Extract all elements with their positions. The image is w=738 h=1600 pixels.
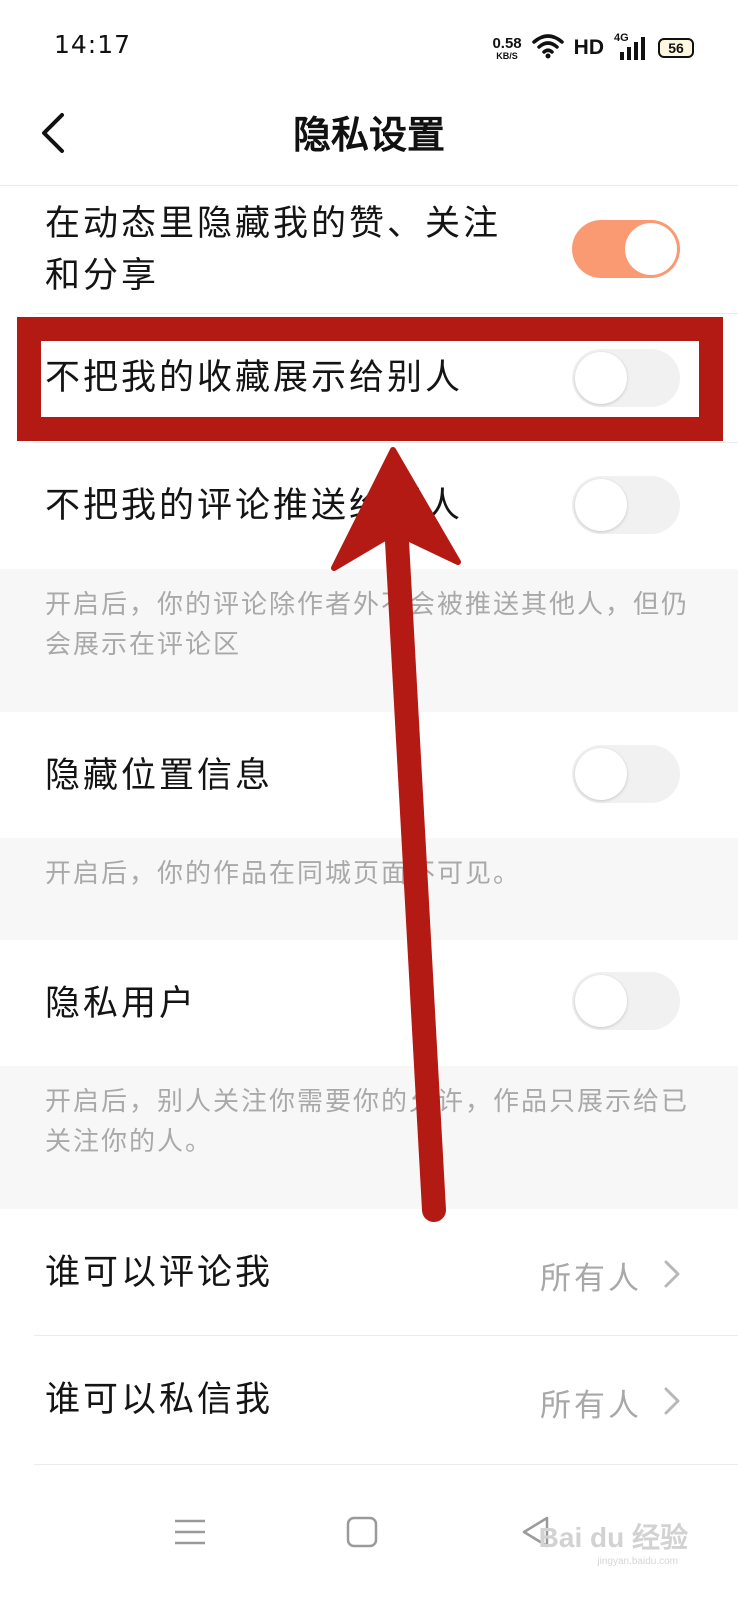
toggle-knob (575, 975, 627, 1027)
setting-row-no-push-comments: 不把我的评论推送给别人 (0, 443, 738, 569)
setting-label-no-push-comments: 不把我的评论推送给别人 (45, 486, 464, 526)
toggle-knob (625, 223, 677, 275)
toggle-no-push-comments[interactable] (572, 476, 680, 534)
status-time: 14:17 (54, 30, 132, 59)
toggle-hide-location[interactable] (572, 745, 680, 803)
setting-label-private-user: 隐私用户 (45, 984, 198, 1024)
nav-menu-button[interactable] (160, 1502, 220, 1562)
watermark-url: jingyan.baidu.com (597, 1556, 678, 1567)
setting-row-who-can-comment[interactable]: 谁可以评论我 所有人 (0, 1209, 738, 1335)
app-header: 隐私设置 (0, 90, 738, 186)
battery-indicator: 56 (658, 38, 694, 58)
setting-row-hide-favorites: 不把我的收藏展示给别人 (0, 314, 738, 442)
setting-value-who-can-message: 所有人 (540, 1388, 642, 1424)
nav-home-button[interactable] (332, 1502, 392, 1562)
setting-row-who-can-message[interactable]: 谁可以私信我 所有人 (0, 1336, 738, 1464)
menu-icon (175, 1519, 205, 1545)
home-square-icon (346, 1516, 378, 1548)
setting-label-who-can-message: 谁可以私信我 (45, 1380, 274, 1420)
network-speed-unit: KB/S (496, 50, 518, 61)
setting-value-who-can-comment: 所有人 (540, 1261, 642, 1297)
signal-icon: 4G (614, 32, 648, 62)
setting-row-private-user: 隐私用户 (0, 940, 738, 1066)
network-speed-value: 0.58 (492, 34, 522, 52)
setting-desc-private-user: 开启后，别人关注你需要你的允许，作品只展示给已关注你的人。 (0, 1066, 738, 1209)
page-title: 隐私设置 (292, 112, 445, 157)
setting-desc-no-push-comments: 开启后，你的评论除作者外不会被推送其他人，但仍会展示在评论区 (0, 569, 738, 712)
wifi-icon (531, 33, 564, 63)
setting-desc-hide-location: 开启后，你的作品在同城页面不可见。 (0, 838, 738, 940)
toggle-knob (575, 479, 627, 531)
setting-label-who-can-comment: 谁可以评论我 (45, 1253, 274, 1293)
status-icons: 0.58 KB/S HD 4G 56 (492, 30, 694, 66)
system-nav-bar: Bai du 经验 jingyan.baidu.com (0, 1466, 738, 1600)
toggle-private-user[interactable] (572, 972, 680, 1030)
setting-row-hide-location: 隐藏位置信息 (0, 712, 738, 838)
toggle-hide-favorites[interactable] (572, 349, 680, 407)
toggle-knob (575, 352, 627, 404)
setting-label-hide-likes-line1: 在动态里隐藏我的赞、关注 (45, 204, 502, 244)
status-bar: 14:17 0.58 KB/S HD 4G 56 (0, 0, 738, 100)
setting-label-hide-location: 隐藏位置信息 (45, 756, 274, 796)
setting-desc-text: 开启后，你的作品在同城页面不可见。 (45, 859, 522, 889)
divider (34, 1464, 738, 1465)
setting-label-hide-likes: 在动态里隐藏我的赞、关注 和分享 (45, 198, 501, 302)
setting-label-hide-likes-line2: 和分享 (45, 256, 160, 296)
hd-indicator: HD (573, 36, 604, 59)
toggle-knob (575, 748, 627, 800)
toggle-hide-likes[interactable] (572, 220, 680, 278)
setting-desc-text: 开启后，你的评论除作者外不会被推送其他人，但仍会展示在评论区 (45, 590, 690, 660)
chevron-right-icon (664, 1260, 680, 1288)
network-speed: 0.58 KB/S (492, 36, 521, 61)
chevron-right-icon (664, 1387, 680, 1415)
setting-label-hide-favorites: 不把我的收藏展示给别人 (45, 358, 464, 398)
watermark: Bai du 经验 (538, 1522, 688, 1553)
setting-row-hide-likes: 在动态里隐藏我的赞、关注 和分享 (0, 186, 738, 314)
setting-desc-text: 开启后，别人关注你需要你的允许，作品只展示给已关注你的人。 (45, 1087, 690, 1157)
